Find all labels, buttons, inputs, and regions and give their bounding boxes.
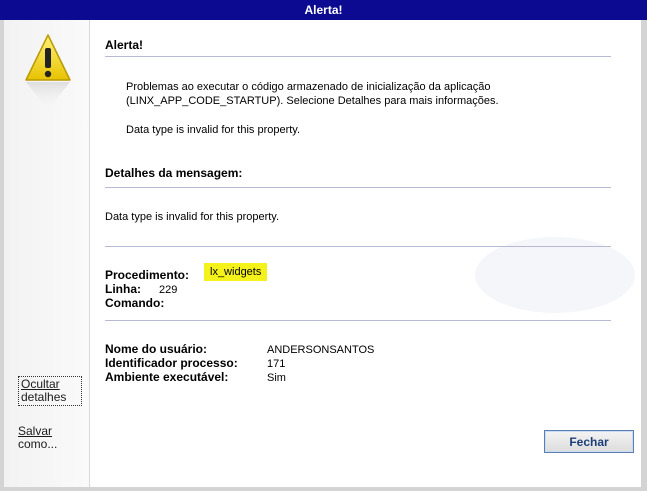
- procedure-label: Procedimento:: [105, 268, 190, 282]
- alert-heading: Alerta!: [105, 38, 144, 52]
- divider: [105, 56, 611, 57]
- divider: [105, 246, 611, 247]
- alert-message-line-2: (LINX_APP_CODE_STARTUP). Selecione Detal…: [126, 95, 499, 107]
- hide-details-label-2: detalhes: [21, 390, 67, 404]
- divider: [105, 187, 611, 188]
- side-panel: Ocultar detalhes Salvar como...: [4, 20, 90, 487]
- window-title: Alerta!: [0, 0, 647, 20]
- save-as-button[interactable]: Salvar como...: [18, 425, 82, 451]
- watermark-graphic: [475, 237, 635, 313]
- details-message: Data type is invalid for this property.: [105, 211, 280, 223]
- hide-details-label-1: Ocultar: [21, 377, 60, 391]
- warning-icon: [24, 32, 72, 112]
- environment-value: Sim: [267, 372, 286, 384]
- message-pane: Alerta! Problemas ao executar o código a…: [90, 20, 641, 487]
- frame-border: [641, 20, 647, 491]
- line-value: 229: [159, 284, 178, 296]
- divider: [105, 320, 611, 321]
- alert-message-line-3: Data type is invalid for this property.: [126, 124, 301, 136]
- alert-dialog: Alerta! Ocultar detalhes Salvar como... …: [0, 0, 647, 491]
- user-value: ANDERSONSANTOS: [267, 344, 375, 356]
- frame-border: [0, 487, 647, 491]
- process-label: Identificador processo:: [105, 356, 238, 370]
- alert-message-line-1: Problemas ao executar o código armazenad…: [126, 81, 491, 93]
- environment-label: Ambiente executável:: [105, 370, 229, 384]
- save-as-label-2: como...: [18, 437, 58, 451]
- procedure-highlight: lx_widgets: [204, 263, 268, 281]
- process-value: 171: [267, 358, 286, 370]
- details-heading: Detalhes da mensagem:: [105, 166, 243, 180]
- command-label: Comando:: [105, 296, 165, 310]
- hide-details-button[interactable]: Ocultar detalhes: [18, 376, 82, 406]
- line-label: Linha:: [105, 282, 141, 296]
- save-as-label-1: Salvar: [18, 424, 53, 438]
- close-button[interactable]: Fechar: [544, 430, 634, 453]
- procedure-value: lx_widgets: [204, 263, 268, 281]
- user-label: Nome do usuário:: [105, 342, 208, 356]
